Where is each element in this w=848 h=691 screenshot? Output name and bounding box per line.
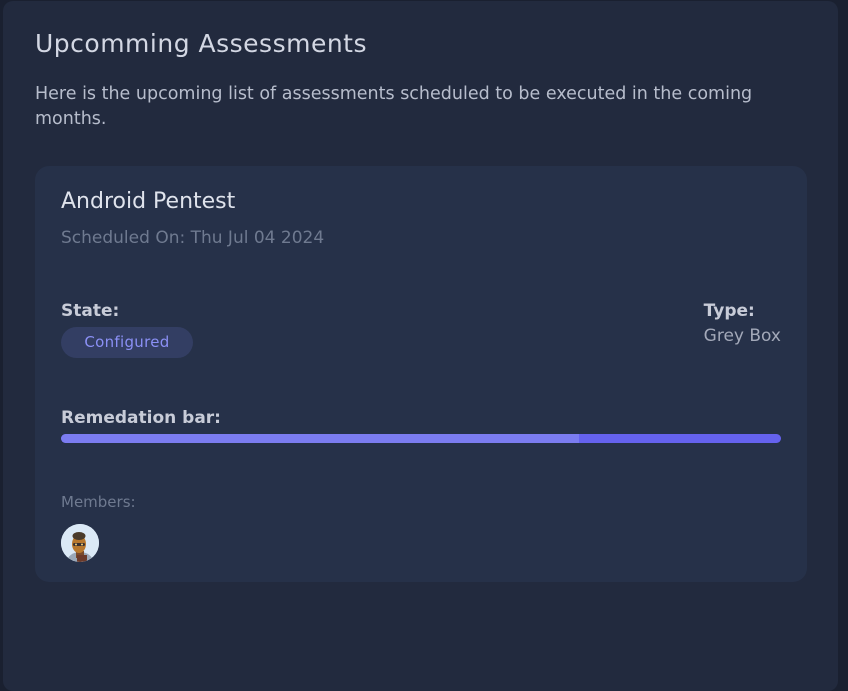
state-label: State: — [61, 301, 120, 321]
members-label: Members: — [61, 493, 136, 511]
avatar-image — [61, 524, 99, 562]
panel-title: Upcomming Assessments — [35, 29, 368, 58]
type-label: Type: — [703, 301, 755, 321]
state-badge: Configured — [61, 327, 193, 358]
type-block: Type: Grey Box — [704, 301, 781, 346]
assessment-name[interactable]: Android Pentest — [61, 189, 235, 214]
remediation-bar — [61, 434, 781, 443]
panel-description: Here is the upcoming list of assessments… — [35, 84, 753, 129]
scheduled-date: Scheduled On: Thu Jul 04 2024 — [61, 228, 325, 248]
type-value: Grey Box — [703, 326, 781, 346]
upcoming-assessments-panel: Upcomming Assessments Here is the upcomi… — [3, 1, 838, 691]
user-avatar-icon[interactable] — [61, 524, 99, 562]
remediation-bar-fill — [61, 434, 580, 443]
remediation-label: Remedation bar: — [61, 408, 221, 428]
assessment-card[interactable]: Android Pentest Scheduled On: Thu Jul 04… — [35, 166, 807, 582]
